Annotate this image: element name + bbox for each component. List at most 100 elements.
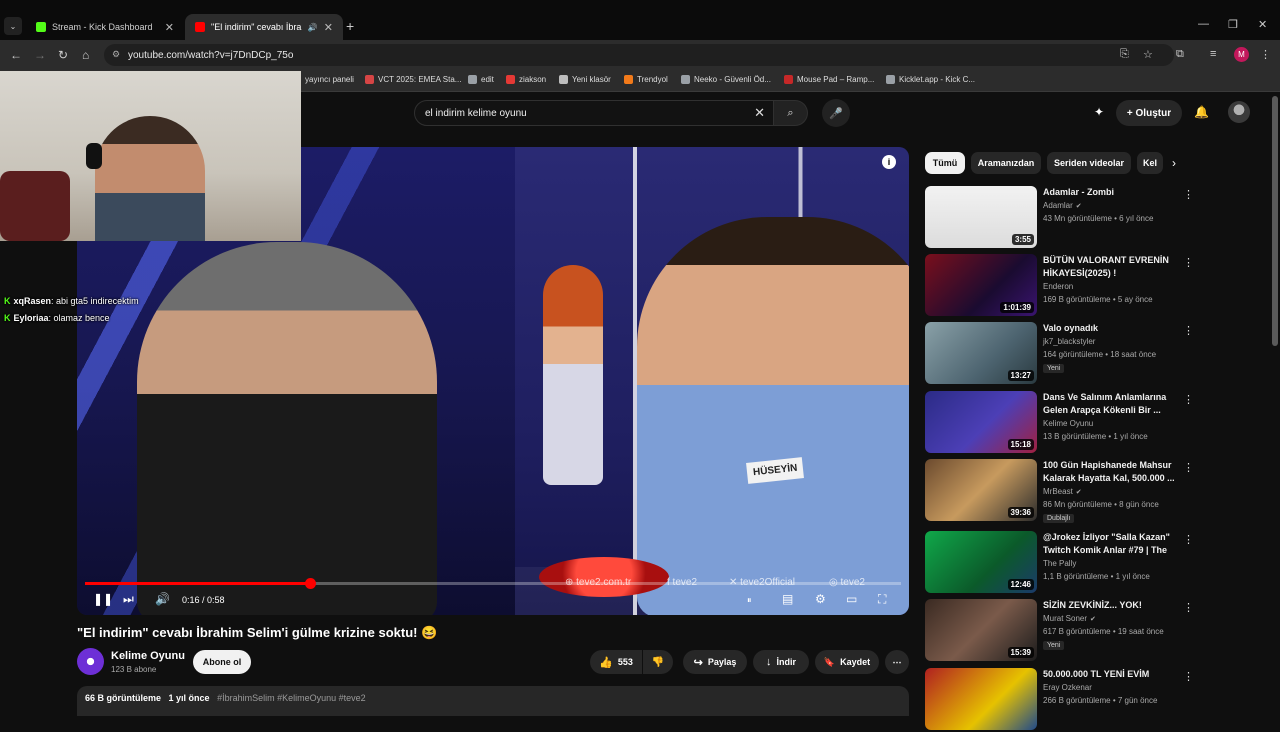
more-options-icon[interactable]: ⋮ — [1183, 188, 1194, 201]
tab-youtube-video[interactable]: "El indirim" cevabı İbrahim 🔊 ✕ — [185, 14, 343, 40]
create-button[interactable]: + Oluştur — [1116, 100, 1182, 126]
new-tab-button[interactable]: + — [346, 18, 354, 34]
recommended-video-title[interactable]: 100 Gün Hapishanede Mahsur Kalarak Hayat… — [1043, 459, 1177, 485]
subscribe-button[interactable]: Abone ol — [193, 650, 251, 674]
recommended-channel[interactable]: Eray Ozkenar — [1043, 683, 1092, 692]
recommended-video[interactable]: 3:55 Adamlar - Zombi Adamlar ✔ 43 Mn görüntü… — [925, 186, 1194, 250]
recommended-channel[interactable]: The Pally — [1043, 559, 1076, 568]
channel-avatar[interactable] — [77, 648, 104, 675]
like-button[interactable]: 👍 553 — [590, 650, 642, 674]
clear-search-icon[interactable]: ✕ — [754, 105, 765, 121]
more-options-icon[interactable]: ⋮ — [1183, 461, 1194, 474]
volume-icon[interactable]: 🔊 — [155, 592, 170, 606]
bookmark-item[interactable]: VCT 2025: EMEA Sta... — [365, 75, 461, 84]
subtitles-icon[interactable]: ▤ — [782, 592, 793, 606]
recommended-video-title[interactable]: BÜTÜN VALORANT EVRENİN HİKAYESİ(2025) ! — [1043, 254, 1177, 280]
video-thumbnail[interactable]: 15:39 — [925, 599, 1037, 661]
bookmark-item[interactable]: edit — [468, 75, 494, 84]
media-controls-icon[interactable]: ≡ — [1210, 48, 1216, 60]
settings-gear-icon[interactable]: ⚙ — [815, 592, 826, 606]
share-button[interactable]: ↪ Paylaş — [683, 650, 747, 674]
notifications-bell-icon[interactable]: 🔔 — [1194, 105, 1209, 119]
tab-list-button[interactable]: ⌄ — [4, 17, 22, 35]
info-icon[interactable]: i — [882, 155, 896, 169]
install-app-icon[interactable]: ⎘ — [1120, 48, 1129, 61]
bookmark-folder[interactable]: Yeni klasör — [559, 75, 611, 84]
video-thumbnail[interactable]: 15:18 — [925, 391, 1037, 453]
minimize-button[interactable]: — — [1198, 18, 1209, 30]
tab-close-icon[interactable]: ✕ — [165, 21, 174, 34]
video-thumbnail[interactable]: 3:55 — [925, 186, 1037, 248]
description-box[interactable]: 66 B görüntüleme 1 yıl önce #İbrahimSeli… — [77, 686, 909, 716]
download-button[interactable]: ↓ İndir — [753, 650, 809, 674]
bookmark-item[interactable]: ziakson — [506, 75, 546, 84]
chip-all[interactable]: Tümü — [925, 152, 965, 174]
recommended-channel[interactable]: Enderon — [1043, 282, 1073, 291]
recommended-video-title[interactable]: Dans Ve Salınım Anlamlarına Gelen Arapça… — [1043, 391, 1177, 417]
search-input[interactable]: el indirim kelime oyunu ✕ — [414, 100, 774, 126]
recommended-channel[interactable]: Kelime Oyunu — [1043, 419, 1093, 428]
dislike-button[interactable]: 👎 — [643, 650, 673, 674]
recommended-channel[interactable]: Adamlar ✔ — [1043, 201, 1082, 210]
tab-kick-dashboard[interactable]: Stream - Kick Dashboard ✕ — [26, 14, 184, 40]
video-thumbnail[interactable]: 1:01:39 — [925, 254, 1037, 316]
recommended-video-title[interactable]: Valo oynadık — [1043, 322, 1177, 335]
more-options-icon[interactable]: ⋮ — [1183, 393, 1194, 406]
voice-search-button[interactable]: 🎤 — [822, 99, 850, 127]
recommended-video-title[interactable]: SİZİN ZEVKİNİZ... YOK! — [1043, 599, 1177, 612]
recommended-video-title[interactable]: Adamlar - Zombi — [1043, 186, 1177, 199]
video-thumbnail[interactable]: 13:27 — [925, 322, 1037, 384]
recommended-video[interactable]: 12:46 @Jrokez İzliyor "Salla Kazan" Twitc… — [925, 531, 1194, 595]
hashtags[interactable]: #İbrahimSelim #KelimeOyunu #teve2 — [217, 693, 366, 703]
save-button[interactable]: 🔖 Kaydet — [815, 650, 879, 674]
chip-from-search[interactable]: Aramanızdan — [971, 152, 1041, 174]
recommended-video[interactable]: 50.000.000 TL YENİ EVİM Eray Ozkenar 266 B… — [925, 668, 1194, 732]
chevron-right-icon[interactable]: › — [1172, 156, 1176, 170]
autoplay-toggle-icon[interactable]: ⏸ — [747, 595, 752, 606]
recommended-video[interactable]: 15:39 SİZİN ZEVKİNİZ... YOK! Murat Soner ✔ 6… — [925, 599, 1194, 663]
recommended-video[interactable]: 1:01:39 BÜTÜN VALORANT EVRENİN HİKAYESİ(2… — [925, 254, 1194, 318]
channel-name[interactable]: Kelime Oyunu — [111, 650, 185, 662]
recommended-channel[interactable]: MrBeast ✔ — [1043, 487, 1082, 496]
bookmark-item[interactable]: Neeko - Güvenli Öd... — [681, 75, 771, 84]
fullscreen-icon[interactable]: ⛶ — [878, 592, 886, 607]
recommended-video[interactable]: 39:36 100 Gün Hapishanede Mahsur Kalarak … — [925, 459, 1194, 523]
search-button[interactable]: ⌕ — [774, 100, 808, 126]
premium-icon[interactable]: ✦ — [1094, 105, 1104, 119]
progress-bar[interactable] — [85, 578, 901, 589]
address-bar[interactable]: ⚙ youtube.com/watch?v=j7DnDCp_75o — [104, 44, 1174, 66]
chip-series[interactable]: Seriden videolar — [1047, 152, 1131, 174]
bookmark-item[interactable]: Mouse Pad – Ramp... — [784, 75, 874, 84]
recommended-video-title[interactable]: @Jrokez İzliyor "Salla Kazan" Twitch Kom… — [1043, 531, 1177, 557]
home-icon[interactable]: ⌂ — [82, 48, 89, 62]
chip-kelime[interactable]: Kel — [1137, 152, 1163, 174]
profile-avatar[interactable]: M — [1234, 47, 1249, 62]
account-avatar[interactable] — [1228, 101, 1250, 123]
maximize-button[interactable]: ❐ — [1228, 18, 1238, 31]
more-options-icon[interactable]: ⋮ — [1183, 256, 1194, 269]
video-thumbnail[interactable]: 12:46 — [925, 531, 1037, 593]
pause-icon[interactable]: ❚❚ — [93, 592, 113, 606]
recommended-video[interactable]: 15:18 Dans Ve Salınım Anlamlarına Gelen A… — [925, 391, 1194, 455]
more-options-icon[interactable]: ⋮ — [1183, 601, 1194, 614]
next-video-icon[interactable]: ⏭ — [123, 592, 134, 607]
reload-icon[interactable]: ↻ — [58, 48, 68, 62]
bookmark-item[interactable]: Kicklet.app - Kick C... — [886, 75, 975, 84]
recommended-video[interactable]: 13:27 Valo oynadık jk7_blackstyler 164 görü… — [925, 322, 1194, 386]
page-scrollbar[interactable] — [1272, 96, 1278, 346]
tab-audio-icon[interactable]: 🔊 — [308, 23, 318, 32]
more-options-icon[interactable]: ⋮ — [1183, 670, 1194, 683]
browser-menu-icon[interactable]: ⋮ — [1260, 48, 1271, 61]
more-actions-button[interactable]: ⋯ — [885, 650, 909, 674]
theater-mode-icon[interactable]: ▭ — [846, 592, 857, 606]
bookmark-star-icon[interactable]: ☆ — [1143, 48, 1153, 61]
bookmark-item[interactable]: yayıncı paneli — [305, 75, 354, 84]
video-thumbnail[interactable]: 39:36 — [925, 459, 1037, 521]
back-icon[interactable]: ← — [10, 48, 22, 62]
forward-icon[interactable]: → — [34, 48, 46, 62]
site-settings-icon[interactable]: ⚙ — [112, 49, 120, 60]
bookmark-item[interactable]: Trendyol — [624, 75, 668, 84]
more-options-icon[interactable]: ⋮ — [1183, 324, 1194, 337]
close-window-button[interactable]: ✕ — [1258, 18, 1267, 31]
recommended-video-title[interactable]: 50.000.000 TL YENİ EVİM — [1043, 668, 1177, 681]
